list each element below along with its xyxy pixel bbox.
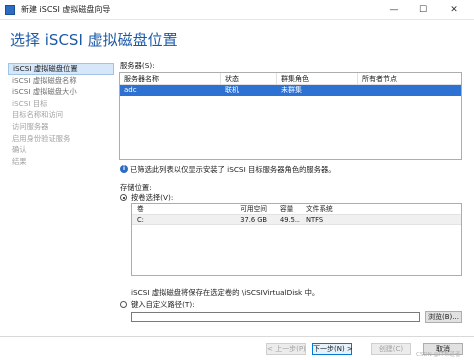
table-row[interactable]: adc 联机 未群集 (120, 85, 461, 96)
back-button[interactable]: < 上一步(P) (266, 343, 306, 355)
select-by-volume-radio[interactable] (120, 194, 127, 201)
close-button[interactable]: ✕ (440, 0, 468, 20)
column-server-name[interactable]: 服务器名称 (120, 73, 221, 84)
custom-path-input[interactable] (131, 312, 420, 322)
server-list[interactable]: 服务器名称 状态 群集角色 所有者节点 adc 联机 未群集 (119, 72, 462, 160)
volume-list-header: 卷 可用空间 容量 文件系统 (132, 204, 461, 214)
table-row[interactable]: C: 37.6 GB 49.5... NTFS (132, 214, 461, 225)
next-button[interactable]: 下一步(N) > (312, 343, 353, 355)
custom-path-radio[interactable] (120, 301, 127, 308)
free-space-cell: 37.6 GB (240, 216, 267, 224)
info-icon: i (120, 165, 128, 173)
column-file-system[interactable]: 文件系统 (300, 204, 360, 214)
column-cluster-role[interactable]: 群集角色 (277, 73, 358, 84)
step-access-servers: 访问服务器 (12, 121, 49, 131)
save-location-note: iSCSI 虚拟磁盘将保存在选定卷的 \iSCSIVirtualDisk 中。 (131, 288, 320, 297)
step-iscsi-disk-name[interactable]: iSCSI 虚拟磁盘名称 (8, 75, 114, 87)
page-title: 选择 iSCSI 虚拟磁盘位置 (10, 31, 178, 49)
minimize-button[interactable]: — (380, 0, 408, 20)
server-role-cell: 未群集 (281, 86, 302, 94)
server-name-cell: adc (124, 86, 137, 94)
step-iscsi-target: iSCSI 目标 (12, 98, 48, 108)
footer-divider (0, 336, 474, 337)
column-volume[interactable]: 卷 (132, 204, 225, 214)
file-system-cell: NTFS (306, 216, 324, 224)
custom-path-label[interactable]: 键入自定义路径(T): (131, 300, 195, 310)
capacity-cell: 49.5... (280, 216, 300, 224)
maximize-button[interactable]: ☐ (409, 0, 437, 20)
server-status-cell: 联机 (225, 86, 239, 94)
servers-label: 服务器(S): (120, 61, 155, 70)
step-results: 结果 (12, 156, 27, 166)
column-capacity[interactable]: 容量 (270, 204, 300, 214)
window-title: 新建 iSCSI 虚拟磁盘向导 (21, 5, 111, 14)
watermark: CSDN @IT布道者 (416, 352, 461, 358)
wizard-app-icon (5, 4, 15, 15)
storage-location-label: 存储位置: (120, 183, 152, 192)
browse-button[interactable]: 浏览(B)... (425, 311, 462, 323)
step-confirmation: 确认 (12, 145, 27, 155)
step-target-name-access: 目标名称和访问 (12, 110, 64, 120)
step-enable-auth: 启用身份验证服务 (12, 133, 71, 143)
volume-list[interactable]: 卷 可用空间 容量 文件系统 C: 37.6 GB 49.5... NTFS (131, 203, 462, 276)
create-button[interactable]: 创建(C) (371, 343, 411, 355)
server-list-header: 服务器名称 状态 群集角色 所有者节点 (120, 73, 461, 85)
step-iscsi-disk-size[interactable]: iSCSI 虚拟磁盘大小 (8, 86, 114, 98)
column-owner-node[interactable]: 所有者节点 (358, 73, 461, 84)
volume-cell: C: (137, 216, 144, 224)
step-iscsi-disk-location[interactable]: iSCSI 虚拟磁盘位置 (8, 63, 114, 75)
wizard-step-list: iSCSI 虚拟磁盘位置 iSCSI 虚拟磁盘名称 iSCSI 虚拟磁盘大小 i… (8, 63, 114, 167)
filter-info-text: 已筛选此列表以仅显示安装了 iSCSI 目标服务器角色的服务器。 (130, 165, 336, 174)
server-owner-cell (358, 85, 461, 96)
select-by-volume-label[interactable]: 按卷选择(V): (131, 193, 173, 203)
column-status[interactable]: 状态 (221, 73, 277, 84)
column-free-space[interactable]: 可用空间 (225, 204, 270, 214)
